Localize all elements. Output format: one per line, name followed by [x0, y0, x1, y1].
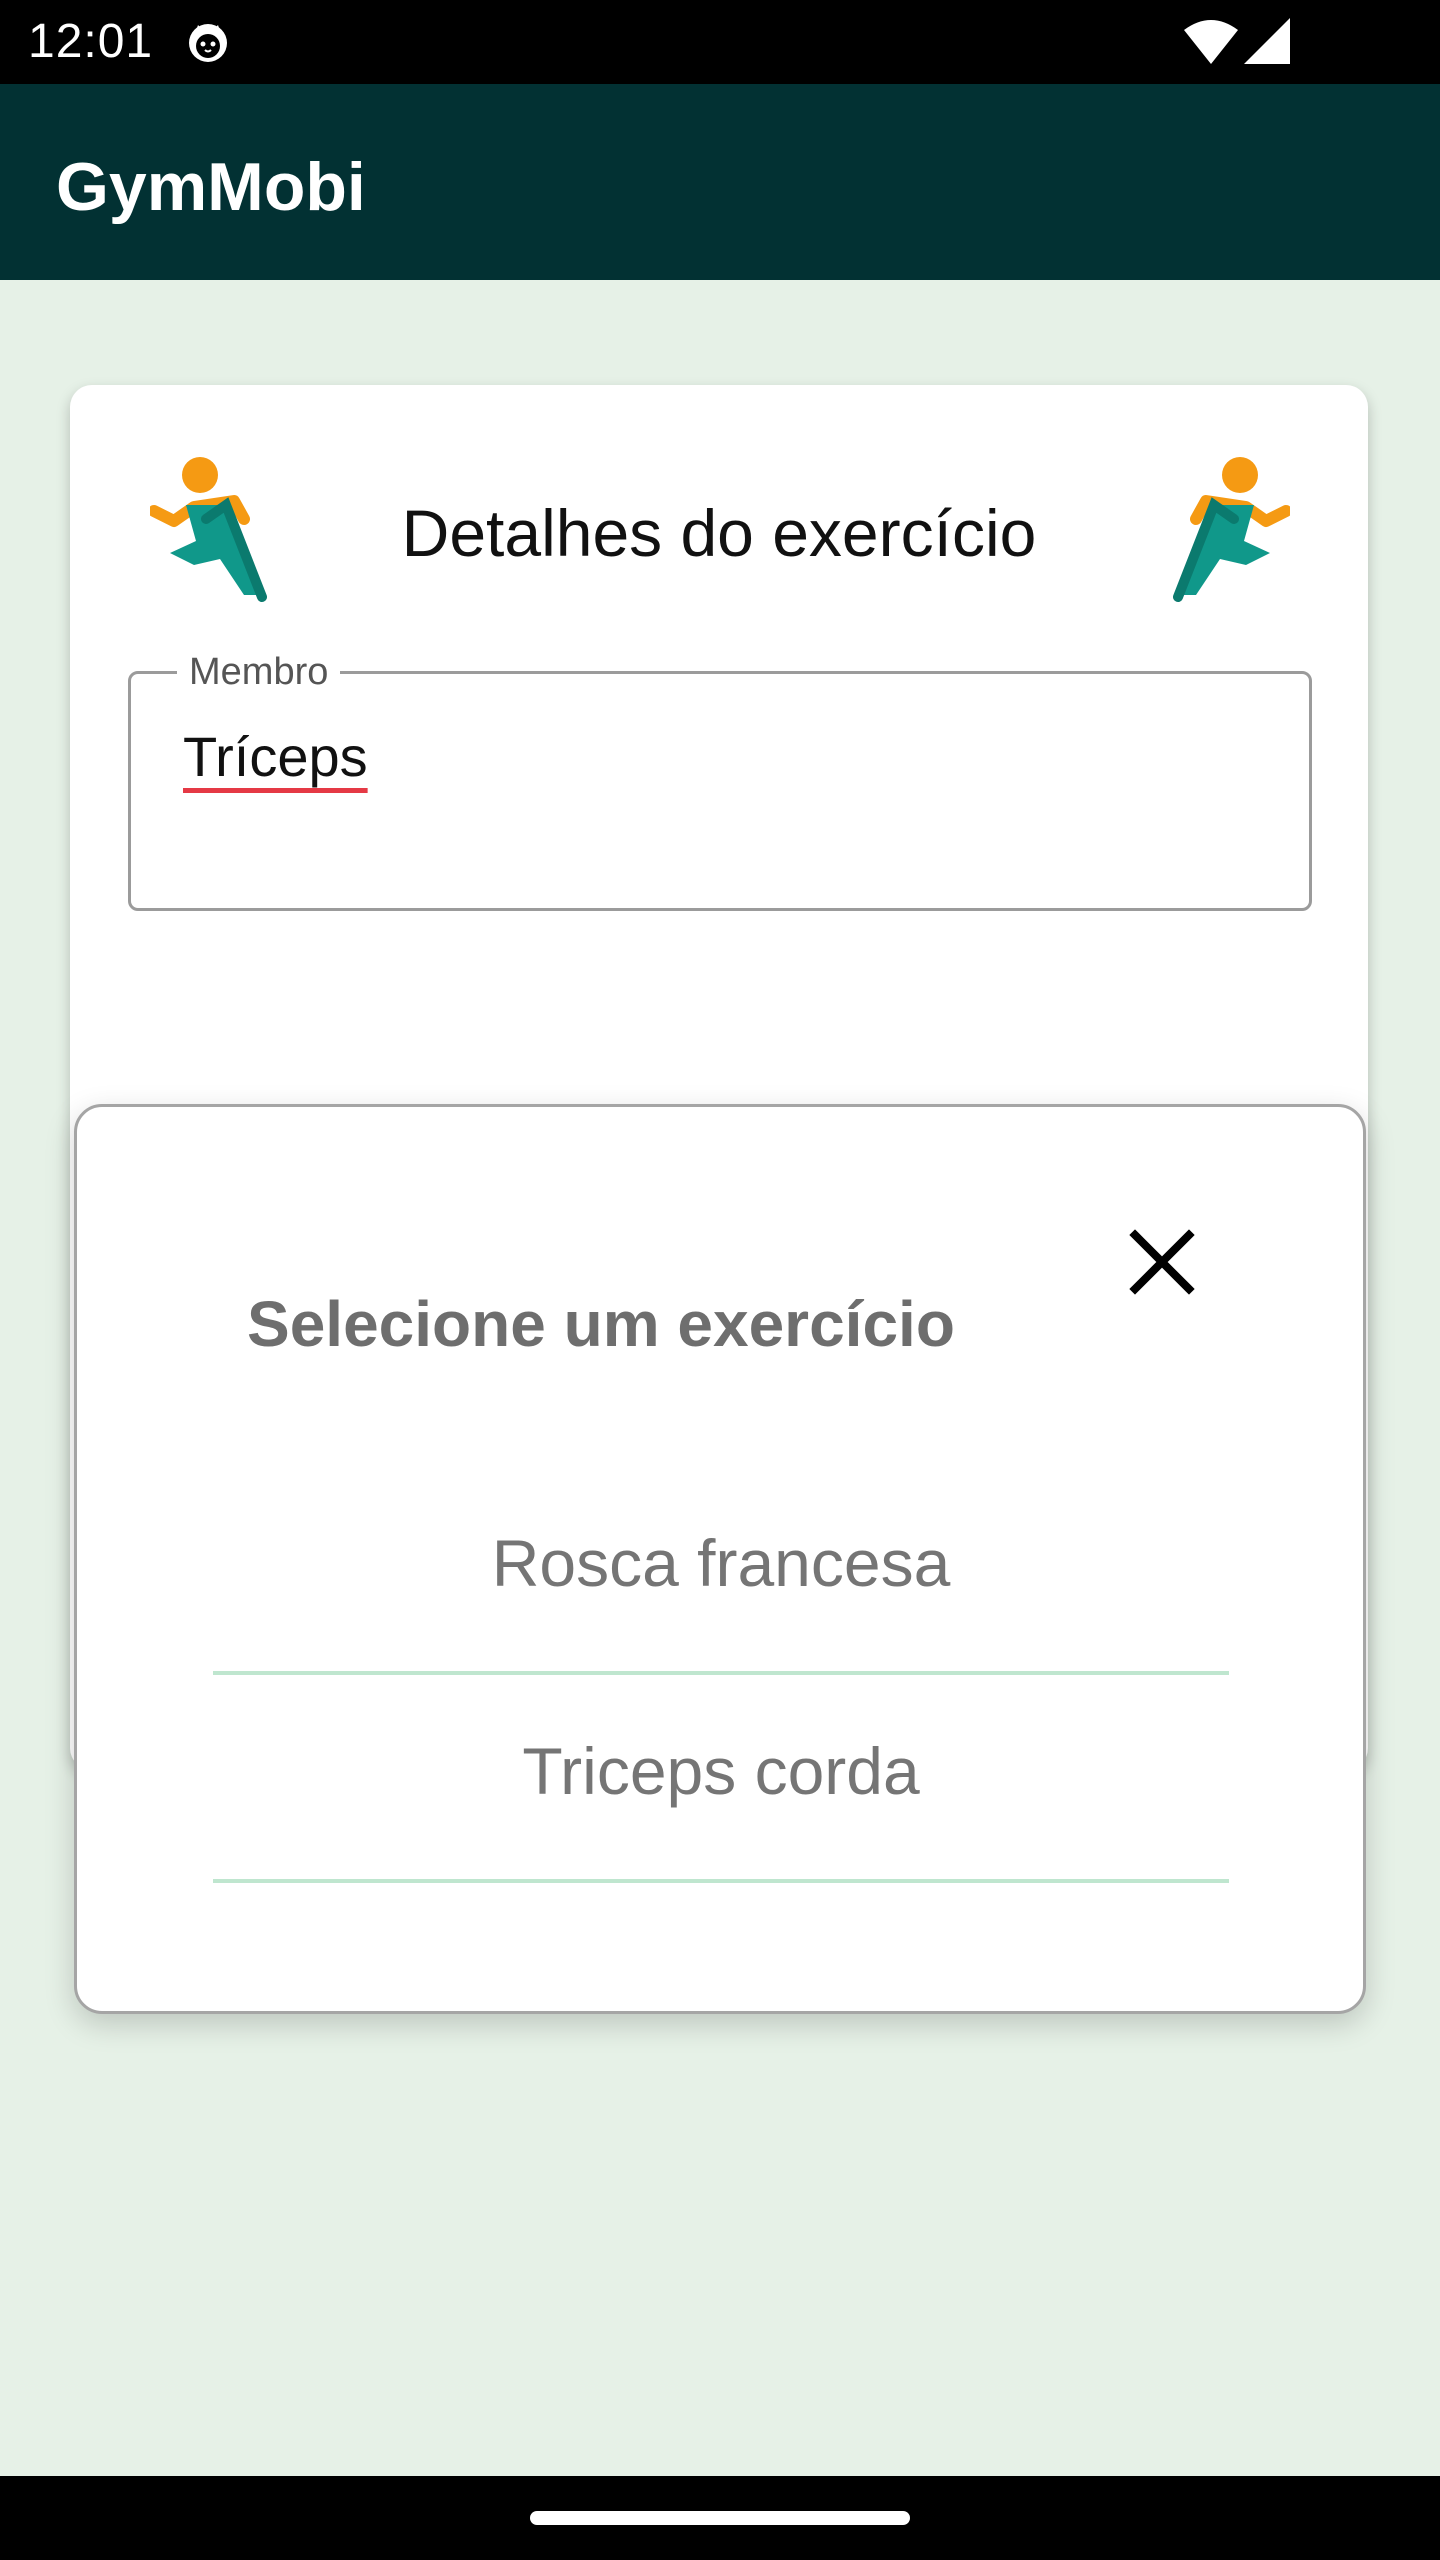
close-icon [1129, 1229, 1195, 1295]
cellular-signal-icon [1244, 18, 1290, 64]
exercise-option-label: Rosca francesa [491, 1526, 951, 1600]
status-bar: 12:01 [0, 0, 1440, 84]
navigation-bar [0, 2476, 1440, 2560]
member-field-value[interactable]: Tríceps [183, 724, 368, 790]
exercise-list: Rosca francesa Triceps corda [213, 1467, 1229, 1883]
app-bar: GymMobi [0, 84, 1440, 280]
exercise-option-rosca-francesa[interactable]: Rosca francesa [213, 1467, 1229, 1675]
exercise-option-label: Triceps corda [522, 1734, 920, 1808]
cat-notification-icon [189, 24, 227, 62]
status-time: 12:01 [28, 15, 154, 68]
select-exercise-dialog: Selecione um exercício Rosca francesa Tr… [74, 1104, 1366, 2014]
wifi-icon [1184, 20, 1238, 64]
dialog-title: Selecione um exercício [247, 1288, 955, 1360]
app-title: GymMobi [56, 149, 366, 225]
home-gesture-handle[interactable] [530, 2511, 910, 2525]
exercise-option-triceps-corda[interactable]: Triceps corda [213, 1675, 1229, 1883]
member-field[interactable]: Membro Tríceps [128, 650, 1312, 911]
runner-icon [1173, 457, 1290, 602]
member-field-label: Membro [177, 650, 341, 694]
content-area: Detalhes do exercício Membro Tríceps Sel… [0, 280, 1440, 2476]
close-button[interactable] [1107, 1207, 1217, 1317]
